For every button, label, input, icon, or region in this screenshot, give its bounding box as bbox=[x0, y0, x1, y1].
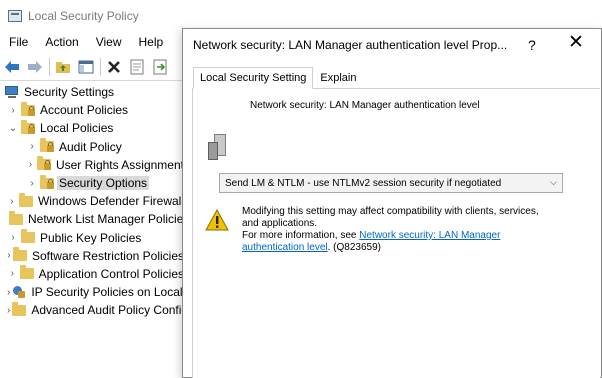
menu-action[interactable]: Action bbox=[36, 35, 86, 49]
forward-icon[interactable] bbox=[26, 58, 44, 76]
delete-icon[interactable] bbox=[105, 58, 123, 76]
menu-bar: File Action View Help bbox=[0, 31, 171, 53]
dialog-tabs: Local Security Setting Explain bbox=[193, 67, 363, 89]
toolbar-divider bbox=[0, 80, 190, 81]
toolbar bbox=[0, 54, 190, 79]
folder-icon bbox=[21, 229, 35, 244]
warning-more-info-cont: authentication level. (Q823659) bbox=[242, 242, 572, 254]
tree-item-windows-defender-firewall[interactable]: › Windows Defender Firewall bbox=[0, 192, 184, 210]
chevron-right-icon[interactable]: › bbox=[7, 268, 18, 280]
folder-lock-icon bbox=[21, 119, 35, 134]
tab-local-security-setting[interactable]: Local Security Setting bbox=[193, 67, 314, 89]
local-security-policy-app-icon bbox=[8, 9, 22, 22]
help-link-part2[interactable]: authentication level bbox=[242, 242, 328, 253]
chevron-right-icon[interactable]: › bbox=[26, 141, 38, 153]
select-value: Send LM & NTLM - use NTLMv2 session secu… bbox=[225, 177, 502, 189]
warning-more-info: For more information, see Network securi… bbox=[242, 230, 572, 242]
tab-explain[interactable]: Explain bbox=[313, 67, 363, 89]
chevron-right-icon[interactable]: › bbox=[26, 177, 38, 189]
tree-item-security-settings[interactable]: Security Settings bbox=[0, 83, 184, 101]
warning-line: Modifying this setting may affect compat… bbox=[242, 206, 539, 217]
properties-icon[interactable] bbox=[128, 58, 146, 76]
chevron-right-icon[interactable]: › bbox=[7, 195, 17, 207]
tree-item-account-policies[interactable]: › Account Policies bbox=[0, 101, 184, 119]
tree-item-public-key-policies[interactable]: › Public Key Policies bbox=[0, 229, 184, 247]
tree-item-application-control-policies[interactable]: › Application Control Policies bbox=[0, 265, 184, 283]
chevron-right-icon[interactable]: › bbox=[7, 232, 19, 244]
tree-item-advanced-audit-policy[interactable]: › Advanced Audit Policy Configuration bbox=[0, 301, 225, 319]
tree-item-label: Local Policies bbox=[40, 121, 114, 136]
tree-item-label: Network List Manager Policies bbox=[28, 212, 190, 227]
chevron-right-icon[interactable]: › bbox=[7, 304, 10, 316]
folder-lock-icon bbox=[40, 174, 54, 189]
tree-item-network-list-manager-policies[interactable]: Network List Manager Policies bbox=[0, 210, 189, 228]
main-window-title: Local Security Policy bbox=[28, 8, 139, 23]
tree-item-user-rights-assignment[interactable]: › User Rights Assignment bbox=[0, 156, 184, 174]
chevron-down-icon[interactable]: ⌄ bbox=[7, 122, 19, 134]
folder-icon bbox=[12, 301, 27, 316]
tree-item-label: Public Key Policies bbox=[40, 230, 142, 245]
chevron-right-icon[interactable]: › bbox=[7, 104, 19, 116]
chevron-right-icon[interactable]: › bbox=[7, 286, 10, 298]
chevron-right-icon[interactable]: › bbox=[26, 159, 35, 171]
chevron-down-icon[interactable]: ⌵ bbox=[550, 177, 557, 188]
help-button[interactable]: ? bbox=[528, 37, 536, 53]
tree-item-label: Windows Defender Firewall bbox=[37, 194, 184, 209]
ip-security-icon bbox=[12, 285, 26, 299]
up-folder-icon[interactable] bbox=[54, 58, 72, 76]
console-tree: Security Settings › Account Policies ⌄ L… bbox=[0, 83, 239, 319]
toolbar-separator bbox=[49, 57, 50, 76]
server-policy-icon bbox=[208, 134, 228, 160]
warning-more-info-prefix: For more information, see bbox=[242, 230, 360, 241]
tree-item-ip-security-policies[interactable]: › IP Security Policies on Local Computer bbox=[0, 283, 239, 301]
tree-item-label: Audit Policy bbox=[59, 139, 122, 154]
folder-icon bbox=[18, 192, 33, 207]
folder-icon bbox=[19, 265, 34, 280]
warning-icon bbox=[205, 209, 229, 231]
chevron-right-icon[interactable]: › bbox=[7, 250, 11, 262]
folder-icon bbox=[9, 210, 23, 225]
menu-help[interactable]: Help bbox=[130, 35, 172, 49]
close-button[interactable]: ✕ bbox=[568, 33, 584, 53]
kb-reference: . (Q823659) bbox=[327, 242, 381, 253]
compatibility-warning: Modifying this setting may affect compat… bbox=[242, 206, 572, 254]
setting-name: Network security: LAN Manager authentica… bbox=[250, 100, 480, 111]
menu-view[interactable]: View bbox=[87, 35, 130, 49]
back-icon[interactable] bbox=[3, 58, 21, 76]
tree-item-label: User Rights Assignment bbox=[55, 157, 184, 172]
tree-item-label: Account Policies bbox=[40, 103, 129, 118]
tree-item-local-policies[interactable]: ⌄ Local Policies bbox=[0, 119, 184, 137]
toolbar-separator bbox=[100, 57, 101, 76]
tree-item-security-options[interactable]: › Security Options bbox=[0, 174, 184, 192]
tree-item-audit-policy[interactable]: › Audit Policy bbox=[0, 138, 184, 156]
folder-lock-icon bbox=[36, 156, 51, 171]
security-settings-icon bbox=[4, 85, 20, 99]
authentication-level-select[interactable]: Send LM & NTLM - use NTLMv2 session secu… bbox=[219, 173, 563, 193]
main-title-bar: Local Security Policy bbox=[0, 0, 602, 31]
properties-dialog: Network security: LAN Manager authentica… bbox=[182, 28, 602, 378]
tree-item-label: Security Options bbox=[57, 176, 150, 191]
menu-file[interactable]: File bbox=[0, 35, 36, 49]
show-hide-tree-icon[interactable] bbox=[77, 58, 95, 76]
tree-item-label: Software Restriction Policies bbox=[31, 248, 184, 263]
folder-lock-icon bbox=[40, 138, 54, 153]
warning-line: and applications. bbox=[242, 218, 318, 229]
dialog-title: Network security: LAN Manager authentica… bbox=[193, 38, 508, 52]
tree-item-label: Application Control Policies bbox=[38, 266, 184, 281]
help-link-part1[interactable]: Network security: LAN Manager bbox=[359, 230, 500, 241]
folder-icon bbox=[12, 247, 27, 262]
export-list-icon[interactable] bbox=[151, 58, 169, 76]
dialog-title-bar[interactable]: Network security: LAN Manager authentica… bbox=[183, 29, 601, 61]
tree-item-software-restriction-policies[interactable]: › Software Restriction Policies bbox=[0, 247, 184, 265]
folder-lock-icon bbox=[21, 101, 35, 116]
tree-item-label: Security Settings bbox=[24, 85, 115, 100]
